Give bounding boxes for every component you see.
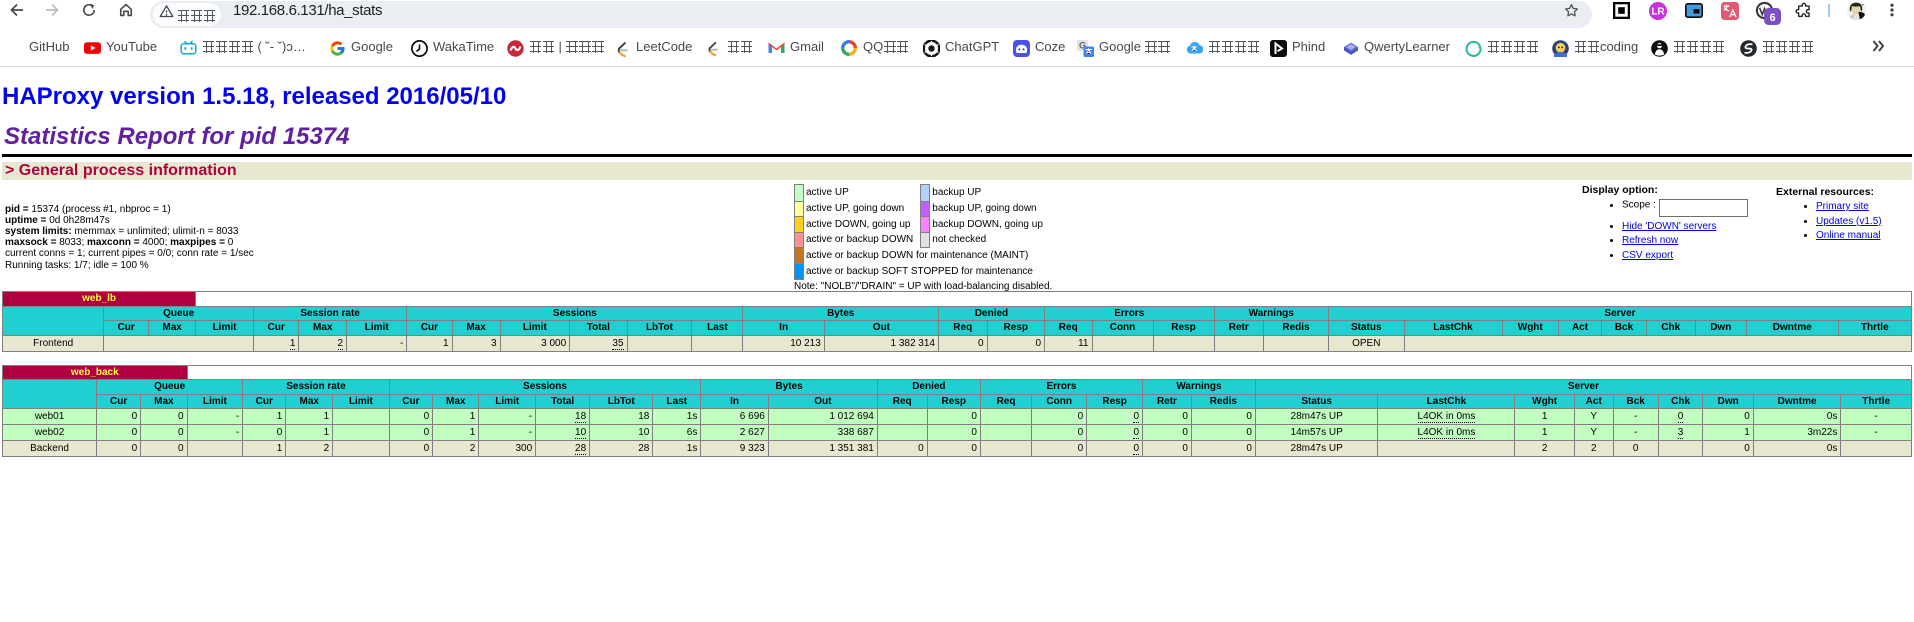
svg-text:LR: LR [1651,7,1665,18]
svg-text:6: 6 [1769,12,1775,24]
